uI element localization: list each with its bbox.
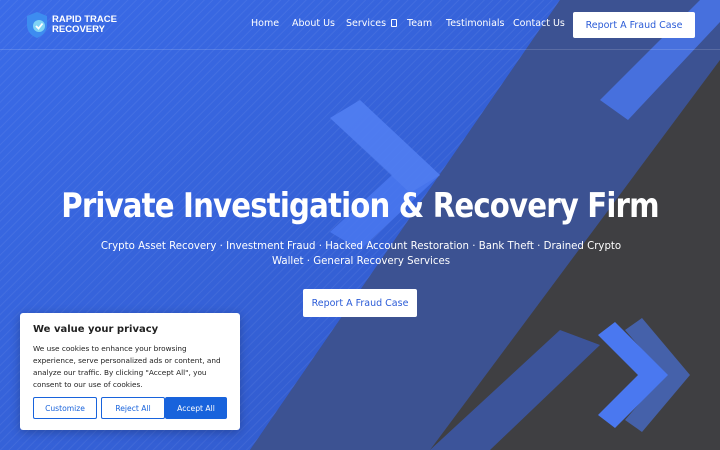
brand-name: RAPID TRACE RECOVERY xyxy=(52,15,117,35)
dropdown-icon xyxy=(391,19,398,27)
cookie-consent-banner: We value your privacy We use cookies to … xyxy=(20,313,240,430)
brand-logo[interactable]: RAPID TRACE RECOVERY xyxy=(25,11,117,39)
nav-home[interactable]: Home xyxy=(251,18,279,29)
cookie-description: We use cookies to enhance your browsing … xyxy=(33,344,221,389)
cookie-accept-button[interactable]: Accept All xyxy=(165,397,227,419)
site-header: RAPID TRACE RECOVERY Home About Us Servi… xyxy=(0,0,720,50)
cookie-title: We value your privacy xyxy=(33,324,159,335)
nav-testimonials[interactable]: Testimonials xyxy=(446,18,504,29)
brand-name-line2: RECOVERY xyxy=(52,24,105,35)
shield-icon xyxy=(27,12,47,38)
nav-services-label: Services xyxy=(346,18,387,29)
report-fraud-header-button[interactable]: Report A Fraud Case xyxy=(573,12,695,38)
report-fraud-hero-button[interactable]: Report A Fraud Case xyxy=(303,289,417,317)
nav-team[interactable]: Team xyxy=(407,18,432,29)
nav-about-us[interactable]: About Us xyxy=(292,18,335,29)
hero-subtitle: Crypto Asset Recovery · Investment Fraud… xyxy=(100,241,622,267)
hero-title: Private Investigation & Recovery Firm xyxy=(61,186,659,226)
cookie-reject-button[interactable]: Reject All xyxy=(101,397,165,419)
nav-services[interactable]: Services xyxy=(346,18,398,29)
nav-contact-us[interactable]: Contact Us xyxy=(513,18,565,29)
cookie-customize-button[interactable]: Customize xyxy=(33,397,97,419)
